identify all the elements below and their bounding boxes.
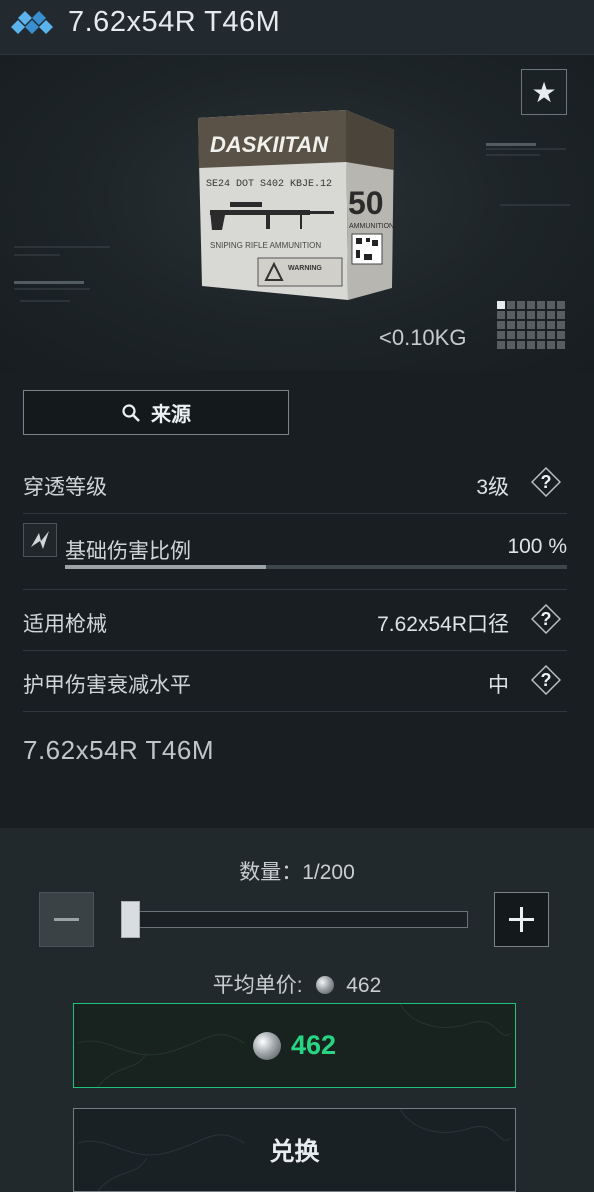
diamond-logo-icon [11,11,53,34]
unit-price-row: 平均单价: 462 [0,969,594,999]
svg-text:?: ? [541,609,552,629]
inventory-size-grid-icon [497,301,565,349]
source-button[interactable]: 来源 [23,390,289,435]
stat-row-penetration: 穿透等级 3级 ? [23,453,567,514]
source-button-label: 来源 [151,404,191,426]
armor-falloff-label: 护甲伤害衰减水平 [23,674,191,697]
item-title: 7.62x54R T46M [68,6,281,38]
svg-text:WARNING: WARNING [288,265,322,272]
favorite-button[interactable]: ★ [521,69,567,115]
base-damage-bar-fill [65,565,266,569]
help-diamond-icon[interactable]: ? [531,604,561,634]
damage-type-icon [23,523,57,557]
quantity-slider-handle[interactable] [121,901,140,938]
svg-text:AMMUNITION: AMMUNITION [349,223,394,230]
armor-falloff-value: 中 [488,674,509,697]
base-damage-value: 100 % [507,535,567,558]
coin-icon [316,976,335,994]
unit-price-label: 平均单价: [212,974,303,997]
exchange-button-label: 兑换 [269,1138,320,1166]
quantity-label: 数量：1/200 [239,861,355,884]
map-pattern-decoration [78,1004,512,1087]
help-diamond-icon[interactable]: ? [531,665,561,695]
penetration-label: 穿透等级 [23,476,107,499]
ammo-box-image: DASKIITAN SE24 DOT S402 KBJE.12 SNIPING … [198,110,394,300]
increase-quantity-button[interactable] [494,892,549,947]
svg-text:?: ? [541,670,552,690]
quantity-slider[interactable] [121,911,468,928]
svg-text:50: 50 [348,185,384,221]
unit-price-value: 462 [346,974,382,997]
base-damage-label: 基础伤害比例 [65,540,191,563]
exchange-button[interactable]: 兑换 [73,1108,516,1192]
svg-text:DASKIITAN: DASKIITAN [210,132,329,157]
svg-text:SE24 DOT S402 KBJE.12: SE24 DOT S402 KBJE.12 [206,179,332,190]
item-preview: ★ DASKIITAN SE24 DOT S402 KBJE.12 SNIPIN… [0,55,594,371]
stat-row-compatible-weapons: 适用枪械 7.62x54R口径 ? [23,589,567,651]
stat-row-armor-damage-falloff: 护甲伤害衰减水平 中 ? [23,651,567,712]
item-name: 7.62x54R T46M [23,735,215,765]
help-diamond-icon[interactable]: ? [531,467,561,497]
stat-row-base-damage: 基础伤害比例 100 % [23,513,567,583]
decrease-quantity-button[interactable] [39,892,94,947]
item-weight: <0.10KG [379,325,467,350]
item-info-panel: 来源 穿透等级 3级 ? 基础伤害比例 100 % 适用枪械 7.62x54R口… [0,371,594,828]
minus-icon [54,918,79,921]
base-damage-bar [65,565,567,569]
compatible-weapons-value: 7.62x54R口径 [377,613,509,636]
total-price-button[interactable]: 462 [73,1003,516,1088]
purchase-panel: 数量：1/200 平均单价: 462 462 兑换 [0,828,594,1192]
svg-text:?: ? [541,472,552,492]
title-bar: 7.62x54R T46M [0,0,594,55]
compatible-weapons-label: 适用枪械 [23,613,107,636]
svg-text:SNIPING RIFLE AMMUNITION: SNIPING RIFLE AMMUNITION [210,241,321,250]
search-icon [122,403,140,422]
penetration-value: 3级 [476,476,509,499]
star-icon: ★ [531,76,557,108]
plus-icon [509,907,534,932]
